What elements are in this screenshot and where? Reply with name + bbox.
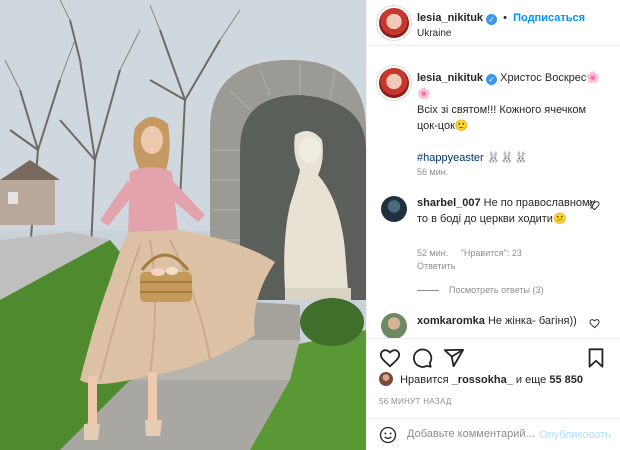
comment-item: sharbel_007 Не по православному то в бод… <box>417 195 597 227</box>
share-icon[interactable] <box>443 347 465 369</box>
comment-likes[interactable]: "Нравится": 23 <box>461 248 522 258</box>
commenter-avatar[interactable] <box>381 313 407 339</box>
caption-avatar[interactable] <box>379 68 409 98</box>
likes-summary[interactable]: Нравится _rossokha_ и еще 55 850 <box>379 372 583 386</box>
heart-icon[interactable] <box>589 200 600 211</box>
commenter-username[interactable]: xomkaromka <box>417 315 485 327</box>
likes-suffix: и еще <box>515 374 547 386</box>
heart-icon[interactable] <box>589 318 600 329</box>
post-side-panel: lesia_nikituk ✓ • Подписаться Ukraine le… <box>366 0 620 450</box>
liker-username[interactable]: _rossokha_ <box>452 374 513 386</box>
comment-input[interactable] <box>407 428 557 440</box>
likes-prefix: Нравится <box>400 374 449 386</box>
comment-text: Не жінка- багіня)) <box>487 315 577 327</box>
caption-line1: Христос Воскрес🌸 <box>500 72 601 84</box>
view-replies-button[interactable]: Посмотреть ответы (3) <box>417 285 544 295</box>
reply-button[interactable]: Ответить <box>417 261 455 271</box>
verified-icon: ✓ <box>486 74 498 85</box>
liker-avatar <box>379 372 393 386</box>
verified-icon: ✓ <box>486 14 498 25</box>
bunny-emojis: 🐰🐰🐰 <box>486 152 528 164</box>
post-caption: lesia_nikituk ✓ Христос Воскрес🌸 🌸 Всіх … <box>417 70 613 166</box>
instagram-post: lesia_nikituk ✓ • Подписаться Ukraine le… <box>0 0 620 450</box>
avatar[interactable] <box>379 8 409 38</box>
bookmark-icon[interactable] <box>585 347 607 369</box>
follow-button[interactable]: Подписаться <box>513 12 585 24</box>
comment-meta: 52 мин. "Нравится": 23 <box>417 248 532 258</box>
post-header: lesia_nikituk ✓ • Подписаться Ukraine <box>367 0 620 46</box>
easter-photo-illustration <box>0 0 366 450</box>
smiley-icon[interactable] <box>379 426 397 444</box>
header-user-line: lesia_nikituk ✓ • Подписаться <box>417 12 585 25</box>
comment-item: xomkaromka Не жінка- багіня)) <box>417 313 597 329</box>
post-photo[interactable] <box>0 0 366 450</box>
caption-username[interactable]: lesia_nikituk <box>417 72 483 84</box>
author-username[interactable]: lesia_nikituk <box>417 12 483 24</box>
caption-time[interactable]: 56 мин. <box>417 167 448 177</box>
likes-count[interactable]: 55 850 <box>549 374 583 386</box>
hashtag-link[interactable]: #happyeaster <box>417 152 484 164</box>
separator-dot: • <box>503 12 508 24</box>
add-comment-bar: Опубликовать <box>367 418 620 450</box>
post-timestamp[interactable]: 56 МИНУТ НАЗАД <box>379 397 452 406</box>
publish-button[interactable]: Опубликовать <box>539 429 611 441</box>
commenter-avatar[interactable] <box>381 196 407 222</box>
caption-line4: цок-цок🙂 <box>417 120 469 132</box>
caption-line3: Всіх зі святом!!! Кожного ячечком <box>417 104 587 116</box>
location-link[interactable]: Ukraine <box>417 28 451 39</box>
caption-line2: 🌸 <box>417 88 431 100</box>
heart-icon[interactable] <box>379 347 401 369</box>
comment-icon[interactable] <box>411 347 433 369</box>
view-replies-label: Посмотреть ответы (3) <box>449 285 544 295</box>
comment-time[interactable]: 52 мин. <box>417 248 448 258</box>
view-replies-line <box>417 290 439 292</box>
commenter-username[interactable]: sharbel_007 <box>417 197 481 209</box>
